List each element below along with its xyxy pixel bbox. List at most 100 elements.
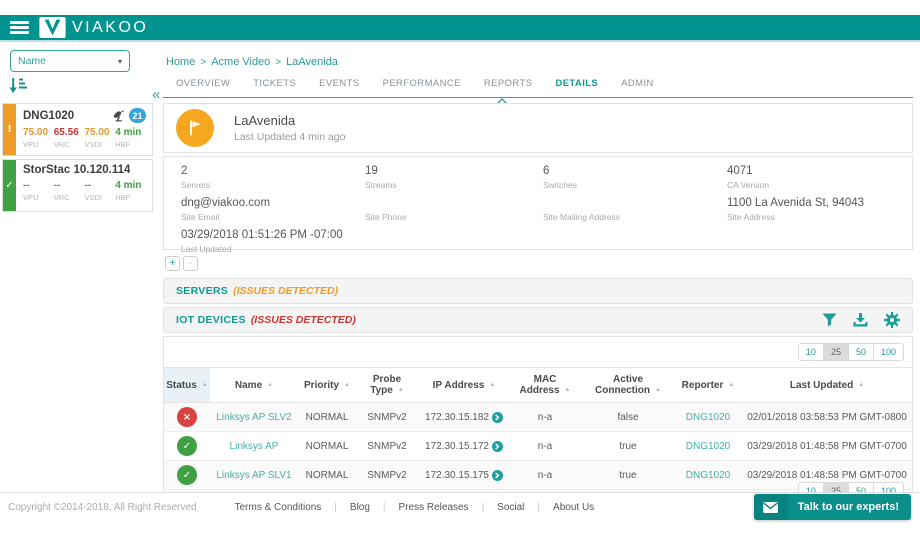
cell-priority: NORMAL — [298, 402, 356, 432]
sidebar-device-list: ! DNG1020 21 75.00 VPU 65.56 VRC 75.00 V… — [2, 103, 153, 215]
metric-value: 75.00 — [84, 127, 110, 138]
sidebar-item-storstac[interactable]: ✓ StorStac 10.120.114 -- VPU -- VRC -- VSDI… — [2, 159, 153, 212]
servers-count: 2 — [181, 165, 188, 177]
sort-asc-icon: ▲ — [267, 381, 274, 388]
ip-go-icon[interactable] — [491, 440, 503, 452]
cell-name: Linksys AP SLV1 — [210, 460, 298, 490]
reporter-link[interactable]: DNG1020 — [686, 441, 730, 452]
iot-devices-section-header[interactable]: IOT DEVICES (ISSUES DETECTED) — [163, 307, 913, 333]
ip-go-icon[interactable] — [491, 469, 503, 481]
satellite-icon — [113, 109, 124, 121]
cell-ip-address: 172.30.15.182 — [418, 402, 510, 432]
page-size-50[interactable]: 50 — [847, 343, 874, 361]
device-link[interactable]: Linksys AP SLV1 — [216, 470, 291, 481]
collapse-all-button[interactable]: - — [183, 256, 198, 271]
site-last-updated: Last Updated 4 min ago — [234, 131, 346, 143]
footer-link-press[interactable]: Press Releases — [399, 502, 469, 513]
status-ok-icon[interactable]: ✓ — [177, 465, 197, 485]
ca-version-label: CA Version — [727, 180, 770, 190]
iot-section-title: IOT DEVICES — [176, 314, 246, 326]
sidebar-item-dng1020[interactable]: ! DNG1020 21 75.00 VPU 65.56 VRC 75.00 V… — [2, 103, 153, 156]
cell-probe-type: SNMPv2 — [356, 460, 418, 490]
tab-underline — [163, 97, 913, 106]
footer-link-social[interactable]: Social — [497, 502, 524, 513]
metric-value: 4 min — [115, 127, 142, 138]
sort-asc-icon: ▲ — [728, 381, 735, 388]
column-header-name[interactable]: Name ▲ — [210, 367, 298, 403]
breadcrumb: Home > Acme Video > LaAvenida — [166, 56, 338, 68]
expand-all-button[interactable]: + — [165, 256, 180, 271]
column-header-last-updated[interactable]: Last Updated ▲ — [740, 367, 912, 403]
gear-icon[interactable] — [884, 312, 900, 328]
tab-performance[interactable]: PERFORMANCE — [383, 78, 461, 95]
metric-label: VSDI — [84, 140, 103, 149]
iot-devices-table: Status ▲ Name ▲ Priority ▲ Probe Type ▲ IP A… — [164, 367, 912, 490]
cell-ip-address: 172.30.15.175 — [418, 460, 510, 490]
servers-section-header[interactable]: SERVERS (ISSUES DETECTED) — [163, 278, 913, 304]
page-size-25[interactable]: 25 — [822, 343, 849, 361]
column-header-mac-address[interactable]: MAC Address ▲ — [510, 367, 580, 403]
cell-last-updated: 03/29/2018 01:48:58 PM GMT-0700 — [740, 431, 912, 461]
column-header-status[interactable]: Status ▲ — [164, 367, 210, 403]
metric-value: -- — [23, 180, 30, 191]
site-address-label: Site Address — [727, 212, 775, 222]
cell-last-updated: 02/01/2018 03:58:53 PM GMT-0800 — [740, 402, 912, 432]
last-updated-timestamp: 03/29/2018 01:51:26 PM -07:00 — [181, 229, 343, 241]
sort-order-icon[interactable] — [9, 77, 29, 95]
ip-go-icon[interactable] — [491, 411, 503, 423]
tab-tickets[interactable]: TICKETS — [253, 78, 296, 95]
download-icon[interactable] — [853, 313, 868, 327]
footer-link-blog[interactable]: Blog — [350, 502, 370, 513]
column-header-ip-address[interactable]: IP Address ▲ — [418, 367, 510, 403]
servers-label: Servers — [181, 180, 211, 190]
status-ok-icon[interactable]: ✓ — [177, 436, 197, 456]
breadcrumb-acme-video[interactable]: Acme Video — [211, 56, 270, 68]
tab-events[interactable]: EVENTS — [319, 78, 359, 95]
cell-reporter: DNG1020 — [676, 460, 740, 490]
tab-details[interactable]: DETAILS — [555, 78, 598, 95]
column-header-active-connection[interactable]: Active Connection ▲ — [580, 367, 676, 403]
device-link[interactable]: Linksys AP SLV2 — [216, 412, 291, 423]
viakoo-logo-icon — [39, 17, 66, 38]
page-size-10[interactable]: 10 — [797, 343, 824, 361]
metric-label: VRC — [53, 140, 70, 149]
column-header-reporter[interactable]: Reporter ▲ — [676, 367, 740, 403]
page-size-100[interactable]: 100 — [872, 343, 904, 361]
warning-bar-icon: ! — [3, 104, 16, 155]
viakoo-logo[interactable]: VIAKOO — [39, 17, 148, 38]
site-address: 1100 La Avenida St, 94043 — [727, 197, 865, 209]
top-bar: VIAKOO — [0, 15, 920, 42]
reporter-link[interactable]: DNG1020 — [686, 470, 730, 481]
switches-label: Switches — [543, 180, 578, 190]
metric-value: 75.00 — [23, 127, 49, 138]
metric-label: VRC — [53, 193, 70, 202]
filter-icon[interactable] — [822, 313, 837, 327]
column-header-priority[interactable]: Priority ▲ — [298, 367, 356, 403]
breadcrumb-home[interactable]: Home — [166, 56, 195, 68]
breadcrumb-laavenida[interactable]: LaAvenida — [286, 56, 338, 68]
cell-reporter: DNG1020 — [676, 402, 740, 432]
footer-link-about[interactable]: About Us — [553, 502, 594, 513]
sidebar-sort-dropdown[interactable]: Name ▾ — [10, 50, 130, 72]
footer-link-terms[interactable]: Terms & Conditions — [235, 502, 322, 513]
tab-overview[interactable]: OVERVIEW — [176, 78, 230, 95]
site-mailing-address-label: Site Mailing Address — [543, 212, 621, 222]
sidebar-sort-value: Name — [18, 55, 47, 67]
site-flag-icon — [176, 109, 214, 147]
talk-to-experts-button[interactable]: Talk to our experts! — [753, 494, 911, 520]
alert-count-badge: 21 — [129, 108, 146, 123]
menu-icon[interactable] — [10, 21, 29, 34]
collapse-sidebar-icon[interactable]: « — [152, 86, 160, 103]
reporter-link[interactable]: DNG1020 — [686, 412, 730, 423]
check-bar-icon: ✓ — [3, 160, 16, 211]
last-updated-label: Last Updated — [181, 244, 232, 254]
device-link[interactable]: Linksys AP — [230, 441, 279, 452]
tab-admin[interactable]: ADMIN — [621, 78, 654, 95]
cell-status: × — [164, 402, 210, 432]
metric-label: VPU — [23, 193, 39, 202]
metric-label: VPU — [23, 140, 39, 149]
column-header-probe-type[interactable]: Probe Type ▲ — [356, 367, 418, 403]
chevron-down-icon: ▾ — [117, 56, 122, 66]
status-error-icon[interactable]: × — [177, 407, 197, 427]
viakoo-app: VIAKOO Name ▾ ! DNG1020 21 75.00 VPU 65.… — [0, 0, 920, 533]
